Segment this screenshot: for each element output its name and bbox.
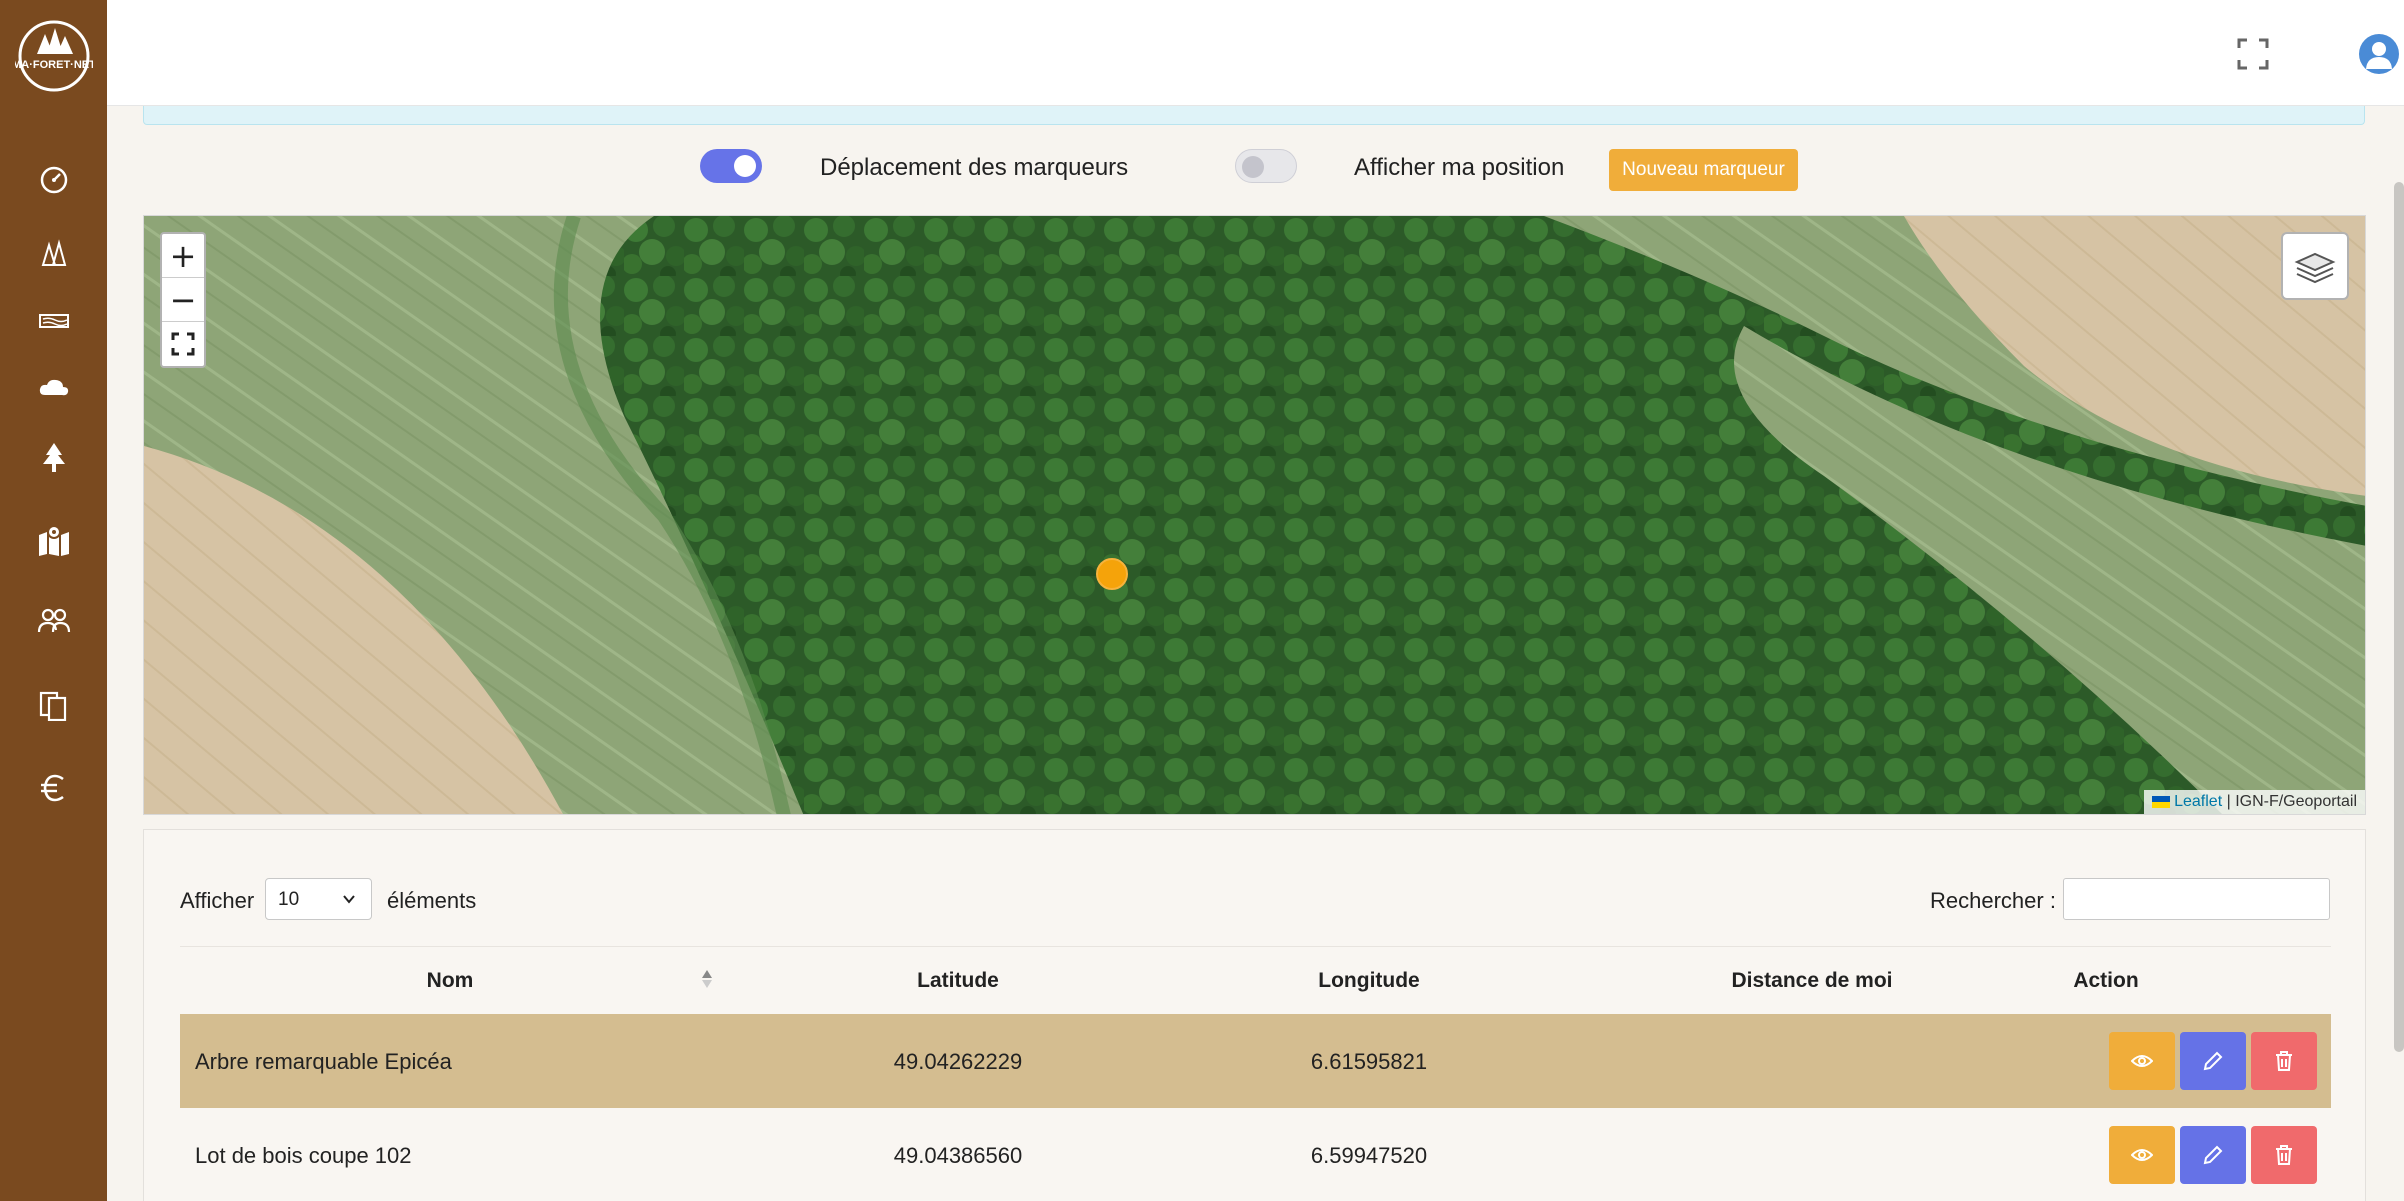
sort-icon[interactable]	[700, 967, 714, 991]
cell-nom: Arbre remarquable Epicéa	[195, 1049, 452, 1074]
zoom-out-button[interactable]: −	[162, 278, 204, 322]
wood-logs-icon	[39, 314, 69, 328]
top-header	[107, 0, 2404, 106]
dashboard-gauge-icon	[40, 166, 68, 194]
sidebar-item-dashboard[interactable]	[28, 153, 80, 205]
sidebar: MA·FORET·NET	[0, 0, 107, 1201]
search-label: Rechercher :	[1930, 888, 2056, 913]
layers-icon	[2294, 252, 2336, 284]
cell-nom: Lot de bois coupe 102	[195, 1143, 412, 1168]
move-markers-toggle[interactable]	[700, 149, 762, 183]
map-marker-icon	[39, 525, 69, 556]
map-attribution: Leaflet | IGN-F/Geoportail	[2144, 790, 2365, 814]
logo-icon: MA·FORET·NET	[15, 20, 93, 92]
edit-button[interactable]	[2180, 1126, 2246, 1184]
map-view[interactable]: + − Leaflet | IGN-F/Geoportail	[143, 215, 2366, 815]
map-marker[interactable]	[1096, 558, 1128, 590]
cell-latitude: 49.04386560	[893, 1143, 1023, 1168]
column-header-action: Action	[2073, 969, 2139, 992]
sidebar-item-finance[interactable]	[28, 762, 80, 814]
attribution-text: | IGN-F/Geoportail	[2222, 793, 2357, 810]
trash-icon	[2276, 1145, 2292, 1165]
cell-longitude: 6.61595821	[1310, 1049, 1428, 1074]
ukraine-flag-icon	[2152, 795, 2171, 808]
new-marker-button[interactable]: Nouveau marqueur	[1609, 149, 1798, 191]
satellite-map-image	[144, 216, 2365, 814]
page-length-select[interactable]: 10	[265, 878, 372, 920]
move-markers-label: Déplacement des marqueurs	[820, 154, 1129, 181]
edit-button[interactable]	[2180, 1032, 2246, 1090]
chevron-down-icon	[343, 895, 355, 904]
search-input[interactable]	[2063, 878, 2330, 920]
column-header-nom[interactable]: Nom	[427, 969, 474, 993]
fullscreen-icon	[171, 332, 195, 356]
table-row[interactable]: Arbre remarquable Epicéa 49.04262229 6.6…	[180, 1014, 2331, 1108]
forest-trees-icon	[41, 239, 67, 266]
length-suffix: éléments	[387, 888, 477, 913]
layers-control-button[interactable]	[2281, 232, 2349, 300]
column-header-latitude[interactable]: Latitude	[917, 969, 999, 993]
sidebar-item-users[interactable]	[28, 595, 80, 647]
weather-cloud-icon	[39, 379, 69, 396]
view-button[interactable]	[2109, 1032, 2175, 1090]
fullscreen-icon	[2237, 38, 2269, 70]
page-length-value: 10	[278, 889, 300, 910]
eye-icon	[2131, 1055, 2153, 1067]
leaflet-link[interactable]: Leaflet	[2174, 793, 2222, 810]
svg-text:MA·FORET·NET: MA·FORET·NET	[15, 59, 93, 71]
page-scrollbar[interactable]	[2394, 182, 2404, 1052]
sidebar-item-trees[interactable]	[28, 432, 80, 484]
euro-icon	[41, 774, 64, 802]
view-button[interactable]	[2109, 1126, 2175, 1184]
fir-tree-icon	[43, 443, 65, 472]
trash-icon	[2276, 1051, 2292, 1071]
info-alert-strip	[143, 106, 2365, 125]
sidebar-item-wood[interactable]	[28, 295, 80, 347]
show-position-toggle[interactable]	[1235, 149, 1297, 183]
user-avatar-icon	[2366, 42, 2392, 69]
sidebar-item-map[interactable]	[28, 514, 80, 566]
zoom-control: + −	[160, 232, 206, 368]
pencil-icon	[2203, 1145, 2223, 1165]
pencil-icon	[2203, 1051, 2223, 1071]
users-icon	[37, 608, 71, 633]
table-row[interactable]: Lot de bois coupe 102 49.04386560 6.5994…	[180, 1108, 2331, 1201]
toggle-knob	[734, 155, 756, 177]
table-header: Nom Latitude Longitude Distance de moi A…	[180, 946, 2331, 1014]
length-label: Afficher	[180, 888, 255, 913]
show-position-label: Afficher ma position	[1354, 154, 1565, 181]
documents-icon	[39, 691, 67, 721]
user-avatar-button[interactable]	[2359, 34, 2399, 74]
sidebar-item-forest[interactable]	[28, 228, 80, 280]
app-logo[interactable]: MA·FORET·NET	[14, 20, 94, 92]
column-header-longitude[interactable]: Longitude	[1318, 969, 1419, 993]
column-header-distance[interactable]: Distance de moi	[1731, 969, 1892, 993]
map-fullscreen-button[interactable]	[162, 322, 204, 366]
zoom-in-button[interactable]: +	[162, 234, 204, 278]
cell-latitude: 49.04262229	[893, 1049, 1023, 1074]
toggle-knob	[1242, 156, 1264, 178]
eye-icon	[2131, 1149, 2153, 1161]
fullscreen-button[interactable]	[2235, 36, 2271, 72]
markers-table-panel: Afficher 10 éléments Rechercher : Nom La…	[143, 829, 2366, 1201]
sidebar-item-weather[interactable]	[28, 362, 80, 414]
sidebar-item-documents[interactable]	[28, 678, 80, 730]
delete-button[interactable]	[2251, 1126, 2317, 1184]
cell-longitude: 6.59947520	[1310, 1143, 1428, 1168]
delete-button[interactable]	[2251, 1032, 2317, 1090]
